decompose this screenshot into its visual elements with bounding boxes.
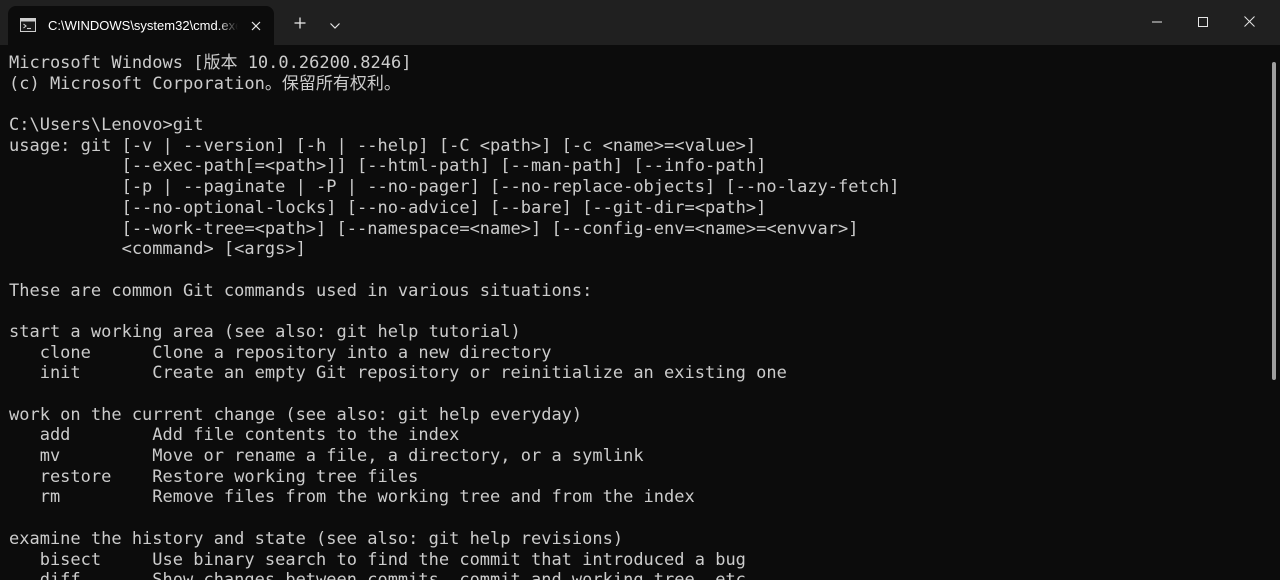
- terminal-line: Microsoft Windows [版本 10.0.26200.8246]: [9, 53, 412, 73]
- terminal-line: C:\Users\Lenovo>git: [9, 115, 204, 136]
- terminal-line: [--no-optional-locks] [--no-advice] [--b…: [9, 197, 767, 218]
- minimize-button[interactable]: [1134, 0, 1180, 45]
- terminal-line: rm Remove files from the working tree an…: [9, 487, 695, 508]
- maximize-button[interactable]: [1180, 0, 1226, 45]
- terminal-line: [--work-tree=<path>] [--namespace=<name>…: [9, 218, 859, 239]
- maximize-icon: [1198, 14, 1208, 32]
- terminal-line: These are common Git commands used in va…: [9, 280, 593, 301]
- terminal-viewport[interactable]: Microsoft Windows [版本 10.0.26200.8246] (c…: [0, 45, 1268, 580]
- tab-title: C:\WINDOWS\system32\cmd.exe: [48, 18, 238, 33]
- window-close-button[interactable]: [1226, 0, 1272, 45]
- terminal-line: init Create an empty Git repository or r…: [9, 363, 787, 384]
- terminal-line: mv Move or rename a file, a directory, o…: [9, 446, 644, 467]
- command-prompt-icon: [20, 18, 36, 32]
- close-icon[interactable]: [246, 16, 266, 36]
- close-icon: [1243, 14, 1255, 32]
- tab-cmd[interactable]: C:\WINDOWS\system32\cmd.exe: [8, 6, 274, 45]
- scrollbar-thumb[interactable]: [1272, 62, 1276, 380]
- title-bar[interactable]: C:\WINDOWS\system32\cmd.exe: [0, 0, 1280, 45]
- terminal-line: examine the history and state (see also:…: [9, 528, 624, 549]
- terminal-line: clone Clone a repository into a new dire…: [9, 342, 552, 363]
- terminal-line: work on the current change (see also: gi…: [9, 404, 583, 425]
- plus-icon: [294, 16, 306, 34]
- new-tab-button[interactable]: [286, 11, 314, 39]
- tab-dropdown-button[interactable]: [322, 11, 348, 39]
- terminal-line: diff Show changes between commits, commi…: [9, 570, 899, 580]
- terminal-line: (c) Microsoft Corporation。保留所有权利。: [9, 73, 401, 94]
- terminal-line: bisect Use binary search to find the com…: [9, 549, 746, 570]
- terminal-line: [-p | --paginate | -P | --no-pager] [--n…: [9, 177, 900, 198]
- terminal-window: C:\WINDOWS\system32\cmd.exe Microsoft Wi…: [0, 0, 1280, 580]
- terminal-line: add Add file contents to the index: [9, 425, 460, 446]
- terminal-line: <command> [<args>]: [9, 239, 306, 260]
- terminal-line: usage: git [-v | --version] [-h | --help…: [9, 135, 757, 156]
- terminal-line: start a working area (see also: git help…: [9, 321, 521, 342]
- minimize-icon: [1152, 14, 1162, 32]
- terminal-line: [--exec-path[=<path>]] [--html-path] [--…: [9, 156, 767, 177]
- chevron-down-icon: [330, 16, 340, 34]
- terminal-line: restore Restore working tree files: [9, 466, 419, 487]
- terminal-output[interactable]: Microsoft Windows [版本 10.0.26200.8246] (c…: [9, 53, 899, 580]
